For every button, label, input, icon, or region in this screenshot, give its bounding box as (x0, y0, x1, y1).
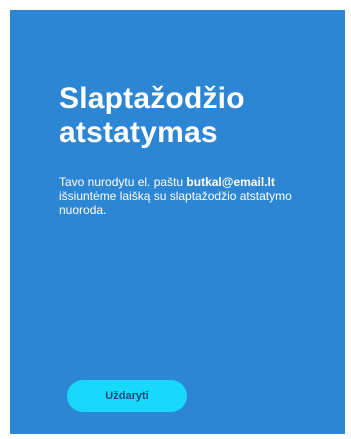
dialog-title: Slaptažodžio atstatymas (59, 82, 245, 149)
message-prefix: Tavo nurodytu el. paštu (59, 175, 187, 189)
dialog-message: Tavo nurodytu el. paštu butkal@email.lt … (59, 175, 329, 217)
password-reset-panel: Slaptažodžio atstatymas Tavo nurodytu el… (10, 10, 345, 434)
email-address: butkal@email.lt (186, 175, 275, 189)
message-suffix: išsiuntėme laišką su slaptažodžio atstat… (59, 189, 292, 217)
close-button[interactable]: Uždaryti (67, 380, 187, 412)
